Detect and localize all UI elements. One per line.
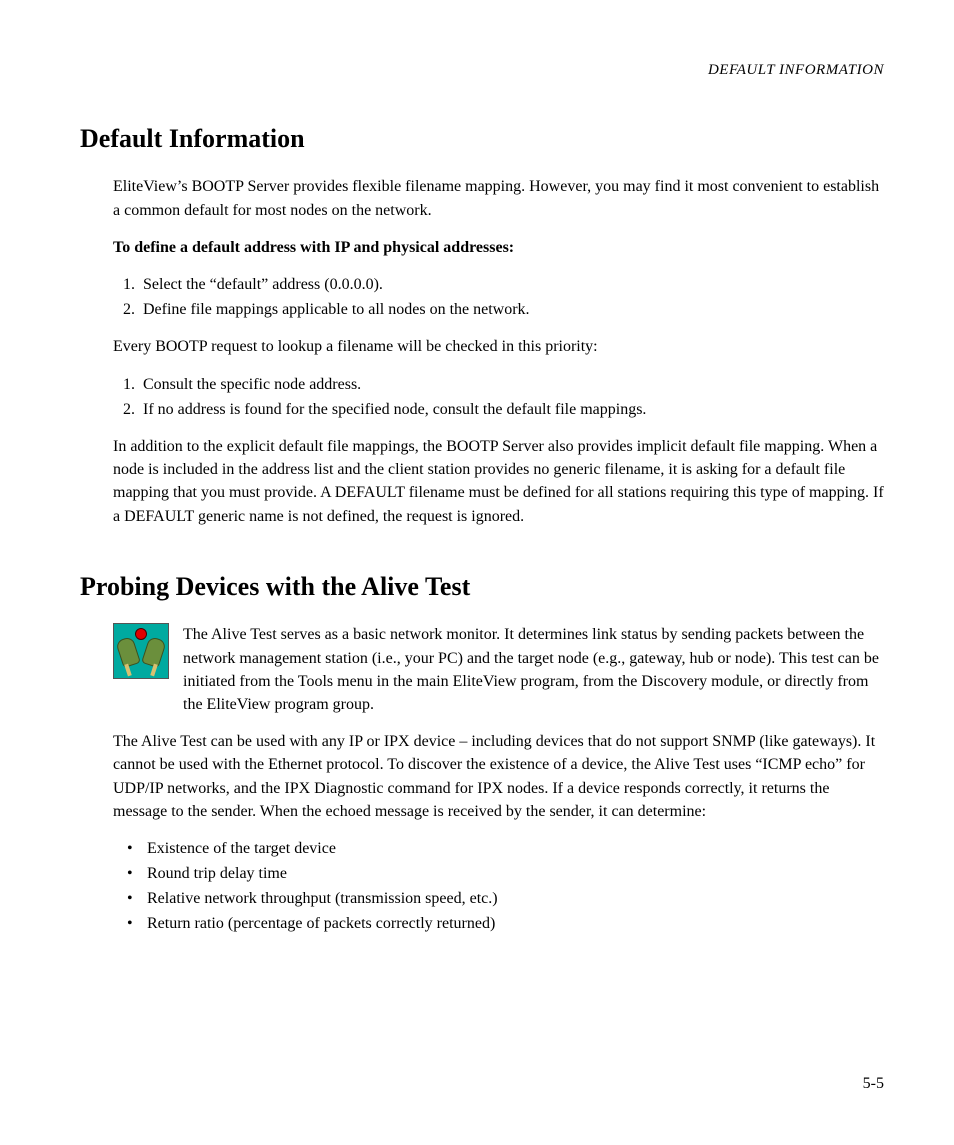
paragraph-alive-intro: The Alive Test serves as a basic network… [183, 623, 884, 716]
procedure-steps: Select the “default” address (0.0.0.0). … [113, 273, 884, 321]
page-number: 5-5 [863, 1072, 884, 1095]
heading-default-information: Default Information [80, 120, 884, 158]
alive-results-list: Existence of the target device Round tri… [113, 837, 884, 936]
paragraph-tail: In addition to the explicit default file… [113, 435, 884, 528]
heading-alive-test: Probing Devices with the Alive Test [80, 568, 884, 606]
list-item: If no address is found for the specified… [139, 398, 884, 421]
alive-test-icon [113, 623, 169, 679]
list-item: Select the “default” address (0.0.0.0). [139, 273, 884, 296]
list-item: Relative network throughput (transmissio… [127, 887, 884, 910]
procedure-title: To define a default address with IP and … [113, 236, 884, 259]
list-item: Return ratio (percentage of packets corr… [127, 912, 884, 935]
paragraph-alive-details: The Alive Test can be used with any IP o… [113, 730, 884, 823]
running-header: DEFAULT INFORMATION [80, 60, 884, 82]
list-item: Round trip delay time [127, 862, 884, 885]
paragraph-intro: EliteView’s BOOTP Server provides flexib… [113, 175, 884, 221]
list-item: Define file mappings applicable to all n… [139, 298, 884, 321]
priority-list: Consult the specific node address. If no… [113, 373, 884, 421]
list-item: Consult the specific node address. [139, 373, 884, 396]
list-item: Existence of the target device [127, 837, 884, 860]
paragraph-priority-intro: Every BOOTP request to lookup a filename… [113, 335, 884, 358]
